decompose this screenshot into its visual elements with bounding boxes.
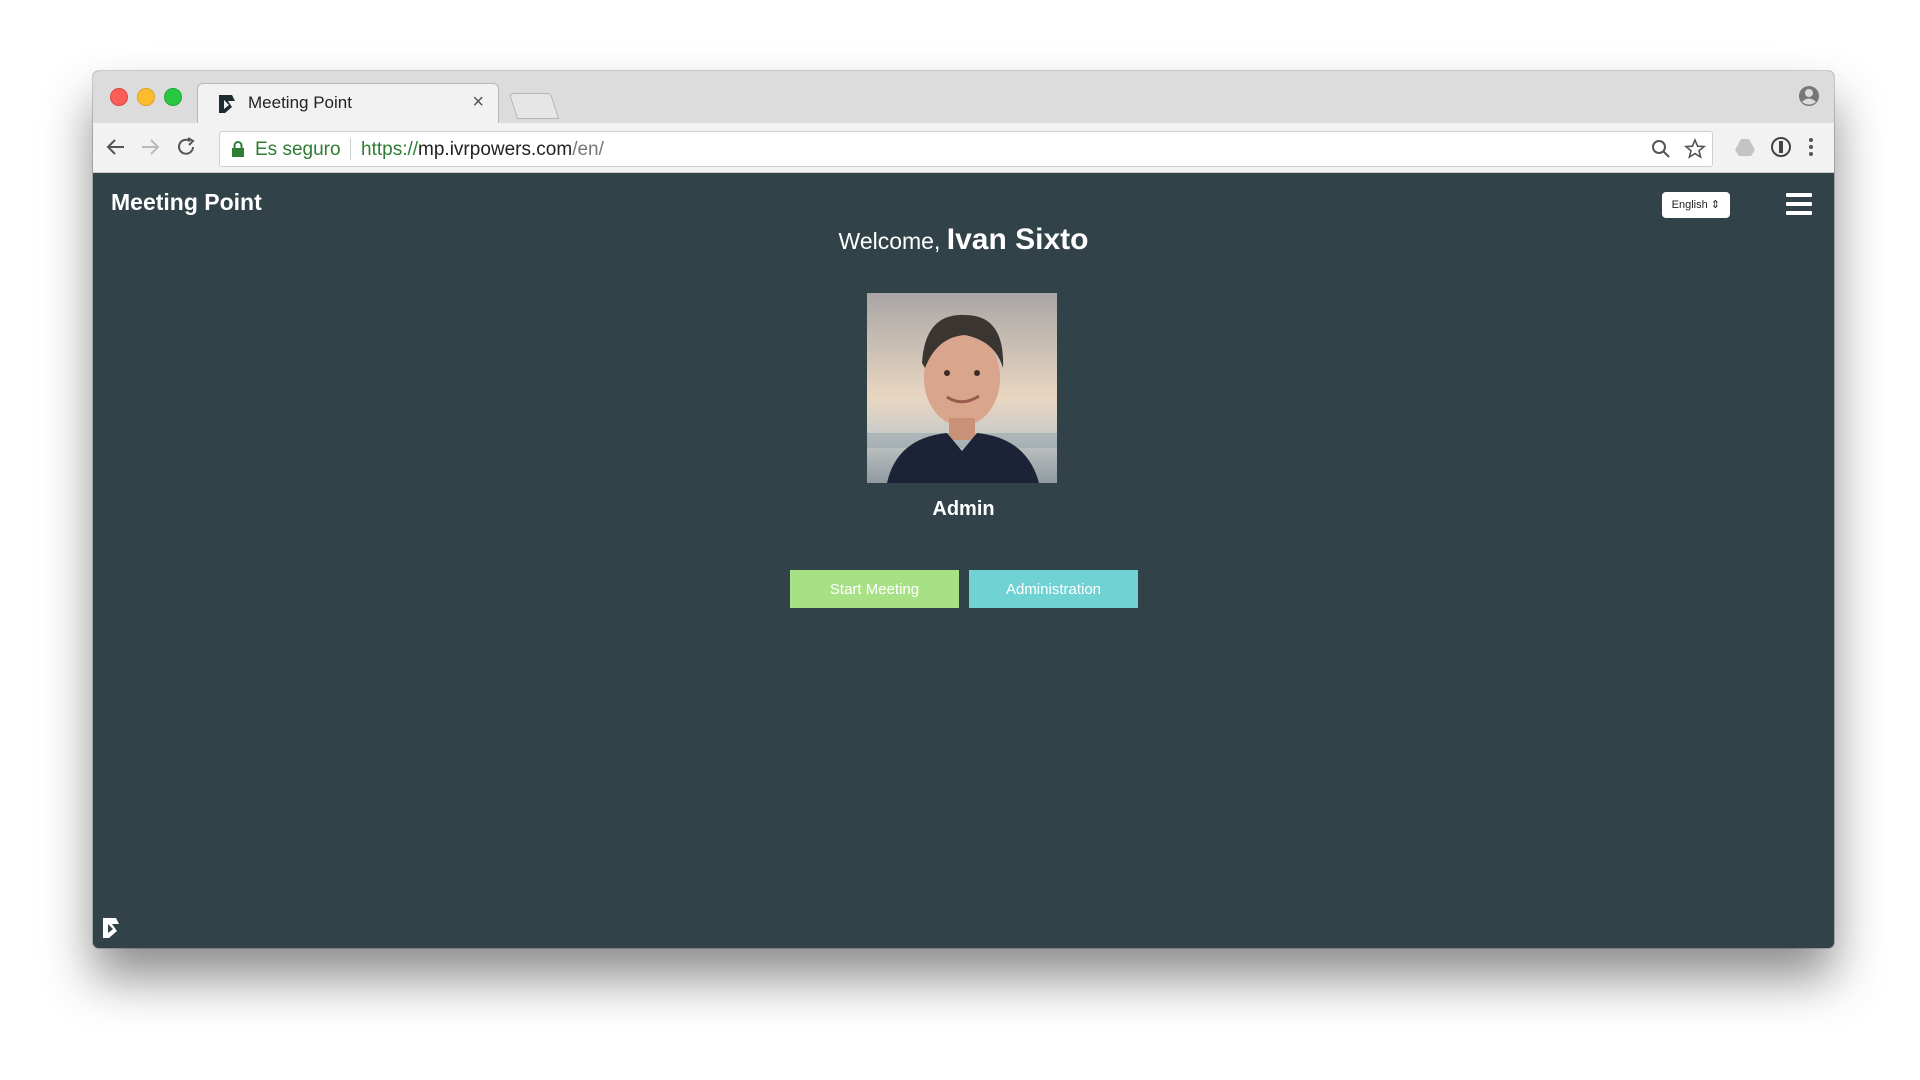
address-divider xyxy=(350,138,351,160)
reload-icon[interactable] xyxy=(174,135,198,159)
maximize-window-button[interactable] xyxy=(164,88,182,106)
forward-icon[interactable] xyxy=(138,135,162,159)
close-window-button[interactable] xyxy=(110,88,128,106)
language-select[interactable]: English ⇕ xyxy=(1661,192,1730,218)
hamburger-menu-icon[interactable] xyxy=(1786,193,1812,215)
drive-icon[interactable] xyxy=(1733,135,1757,159)
user-name: Ivan Sixto xyxy=(946,223,1089,256)
brand-title[interactable]: Meeting Point xyxy=(111,189,262,216)
security-label: Es seguro xyxy=(255,139,341,160)
administration-button[interactable]: Administration xyxy=(969,570,1138,608)
minimize-window-button[interactable] xyxy=(137,88,155,106)
tab-close-icon[interactable]: × xyxy=(472,91,484,114)
start-meeting-button[interactable]: Start Meeting xyxy=(790,570,959,608)
user-role: Admin xyxy=(932,498,995,520)
profile-icon[interactable] xyxy=(1798,85,1820,107)
star-icon[interactable] xyxy=(1684,138,1706,160)
address-bar[interactable]: Es seguro https://mp.ivrpowers.com/en/ xyxy=(219,131,1713,167)
new-tab-button[interactable] xyxy=(508,93,560,119)
page-content: Meeting Point English ⇕ Welcome, Ivan Si… xyxy=(93,173,1834,948)
title-bar: Meeting Point × xyxy=(93,71,1834,124)
meeting-point-logo-icon[interactable] xyxy=(101,916,123,940)
lock-icon xyxy=(232,141,244,157)
meeting-point-favicon-icon xyxy=(219,95,235,113)
welcome-heading: Welcome, Ivan Sixto xyxy=(93,223,1834,257)
browser-window: Meeting Point × Es seguro https://mp.ivr… xyxy=(93,71,1834,948)
url-text: https://mp.ivrpowers.com/en/ xyxy=(361,139,604,160)
welcome-prefix: Welcome, xyxy=(838,228,947,254)
back-icon[interactable] xyxy=(104,135,128,159)
browser-tab[interactable]: Meeting Point × xyxy=(197,83,499,124)
extension-icon[interactable] xyxy=(1769,135,1793,159)
menu-icon[interactable] xyxy=(1799,135,1823,159)
avatar xyxy=(867,293,1057,483)
browser-toolbar: Es seguro https://mp.ivrpowers.com/en/ xyxy=(93,123,1834,173)
zoom-icon[interactable] xyxy=(1650,138,1672,160)
tab-title: Meeting Point xyxy=(248,93,352,112)
